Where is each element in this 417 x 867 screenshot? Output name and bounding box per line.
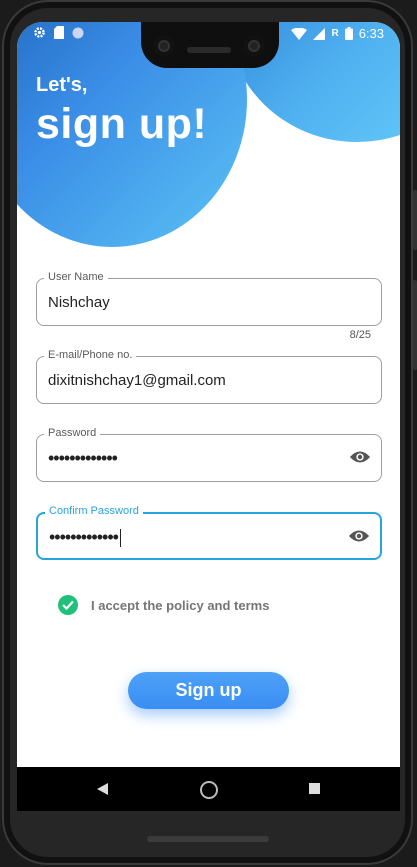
sign-up-button[interactable]: Sign up xyxy=(128,672,289,709)
username-char-counter: 8/25 xyxy=(349,329,371,341)
show-confirm-password-eye-icon[interactable] xyxy=(348,528,370,544)
email-field[interactable]: E-mail/Phone no. dixitnishchay1@gmail.co… xyxy=(36,349,382,404)
back-icon[interactable] xyxy=(97,783,108,795)
battery-icon xyxy=(344,27,353,40)
password-label: Password xyxy=(44,427,101,439)
username-field[interactable]: User Name Nishchay xyxy=(36,271,382,326)
bottom-speaker-grille xyxy=(147,836,269,842)
username-label: User Name xyxy=(44,271,108,283)
wifi-icon xyxy=(291,27,308,40)
camera-notch xyxy=(141,22,279,68)
terms-label: I accept the policy and terms xyxy=(91,597,270,613)
password-field[interactable]: Password ••••••••••••• xyxy=(36,427,382,482)
username-value: Nishchay xyxy=(48,294,110,311)
checkmark-icon xyxy=(62,600,74,610)
password-value: ••••••••••••• xyxy=(48,448,118,468)
email-label: E-mail/Phone no. xyxy=(44,349,137,361)
power-button xyxy=(413,190,417,250)
earpiece-speaker xyxy=(187,47,231,53)
confirm-password-wrapper: ••••••••••••• xyxy=(49,527,122,548)
front-camera-right xyxy=(244,36,264,56)
circle-status-icon xyxy=(72,27,84,38)
confirm-password-value: ••••••••••••• xyxy=(49,527,119,547)
email-value: dixitnishchay1@gmail.com xyxy=(48,372,226,389)
confirm-password-field[interactable]: Confirm Password ••••••••••••• xyxy=(36,505,382,560)
greeting-text: Let's, xyxy=(36,74,88,96)
status-time: 6:33 xyxy=(358,26,384,41)
home-icon[interactable] xyxy=(200,781,218,799)
navigation-bar xyxy=(17,767,400,811)
terms-row[interactable]: I accept the policy and terms xyxy=(58,595,269,615)
front-camera-left xyxy=(154,36,174,56)
text-cursor xyxy=(119,529,122,548)
page-title: sign up! xyxy=(36,100,208,148)
settings-icon xyxy=(34,27,45,38)
terms-checkbox[interactable] xyxy=(58,595,78,615)
volume-button xyxy=(413,280,417,370)
network-type-letter: R xyxy=(331,28,339,39)
app-screen: R 6:33 Let's, sign up! User Name Nishcha… xyxy=(17,22,400,767)
signal-icon xyxy=(313,27,326,40)
show-password-eye-icon[interactable] xyxy=(349,449,371,465)
confirm-password-label: Confirm Password xyxy=(45,505,143,517)
sd-card-icon xyxy=(54,26,64,39)
recent-apps-icon[interactable] xyxy=(309,783,320,794)
